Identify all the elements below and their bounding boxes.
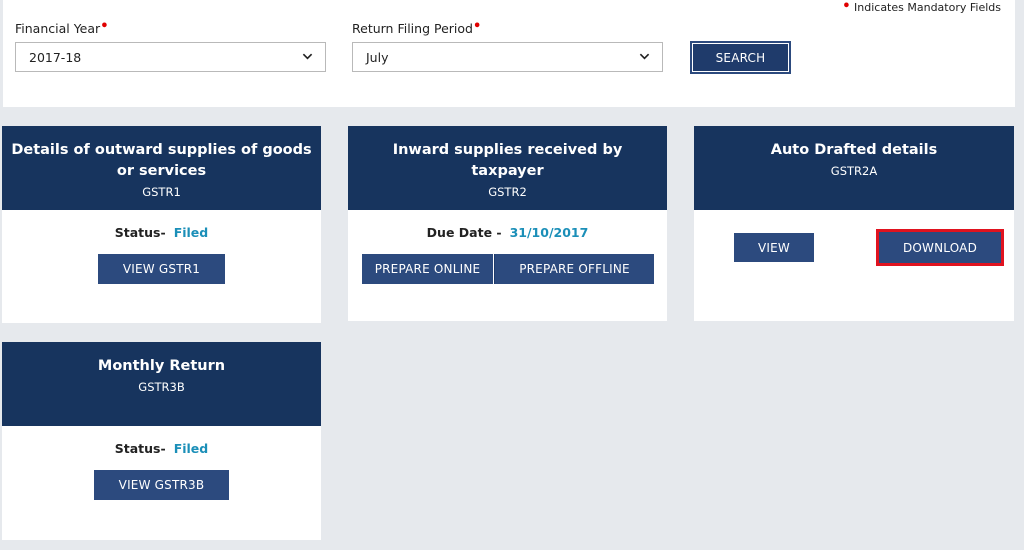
card-title: Details of outward supplies of goods or … — [11, 142, 312, 179]
mandatory-note: • Indicates Mandatory Fields — [842, 0, 1001, 14]
card-gstr3b: Monthly Return GSTR3B Status- Filed VIEW … — [2, 342, 321, 540]
status-value: Filed — [173, 225, 209, 240]
card-gstr2: Inward supplies received by taxpayer GST… — [348, 126, 667, 321]
status-line: Status- Filed — [2, 441, 321, 456]
filter-panel: • Indicates Mandatory Fields Financial Y… — [3, 0, 1015, 107]
view-button[interactable]: VIEW — [734, 233, 814, 262]
view-gstr3b-button[interactable]: VIEW GSTR3B — [94, 470, 229, 500]
card-gstr2a-header: Auto Drafted details GSTR2A — [694, 126, 1014, 210]
due-date-value: 31/10/2017 — [509, 225, 589, 240]
chevron-down-icon — [302, 53, 313, 60]
card-code: GSTR3B — [138, 380, 185, 394]
financial-year-label-text: Financial Year — [15, 21, 101, 36]
card-code: GSTR2 — [488, 185, 527, 199]
search-button[interactable]: SEARCH — [690, 41, 791, 74]
card-gstr1: Details of outward supplies of goods or … — [2, 126, 321, 323]
card-title: Inward supplies received by taxpayer — [392, 142, 623, 179]
financial-year-select[interactable]: 2017-18 — [15, 42, 326, 72]
financial-year-value: 2017-18 — [29, 49, 82, 65]
status-label: Status- — [114, 225, 166, 240]
required-dot-icon: • — [100, 19, 109, 34]
card-gstr1-header: Details of outward supplies of goods or … — [2, 126, 321, 210]
chevron-down-icon — [639, 53, 650, 60]
return-period-select[interactable]: July — [352, 42, 663, 72]
status-value: Filed — [173, 441, 209, 456]
card-gstr2-header: Inward supplies received by taxpayer GST… — [348, 126, 667, 210]
required-dot-icon: • — [842, 0, 851, 14]
due-date-label: Due Date - — [426, 225, 502, 240]
card-title: Auto Drafted details — [770, 142, 938, 158]
download-button[interactable]: DOWNLOAD — [876, 229, 1004, 266]
due-date-line: Due Date - 31/10/2017 — [348, 225, 667, 240]
card-gstr3b-header: Monthly Return GSTR3B — [2, 342, 321, 426]
view-gstr1-button[interactable]: VIEW GSTR1 — [98, 254, 225, 284]
card-title: Monthly Return — [97, 358, 226, 374]
mandatory-note-text: Indicates Mandatory Fields — [854, 1, 1001, 14]
card-code: GSTR2A — [830, 164, 878, 178]
prepare-offline-button[interactable]: PREPARE OFFLINE — [494, 254, 654, 284]
return-period-label-text: Return Filing Period — [352, 21, 473, 36]
card-code: GSTR1 — [142, 185, 181, 199]
prepare-online-button[interactable]: PREPARE ONLINE — [362, 254, 493, 284]
return-period-label: Return Filing Period• — [352, 19, 482, 36]
status-label: Status- — [114, 441, 166, 456]
financial-year-label: Financial Year• — [15, 19, 109, 36]
status-line: Status- Filed — [2, 225, 321, 240]
return-period-value: July — [366, 49, 389, 65]
required-dot-icon: • — [472, 19, 482, 34]
card-gstr2a: Auto Drafted details GSTR2A VIEW DOWNLOA… — [694, 126, 1014, 321]
